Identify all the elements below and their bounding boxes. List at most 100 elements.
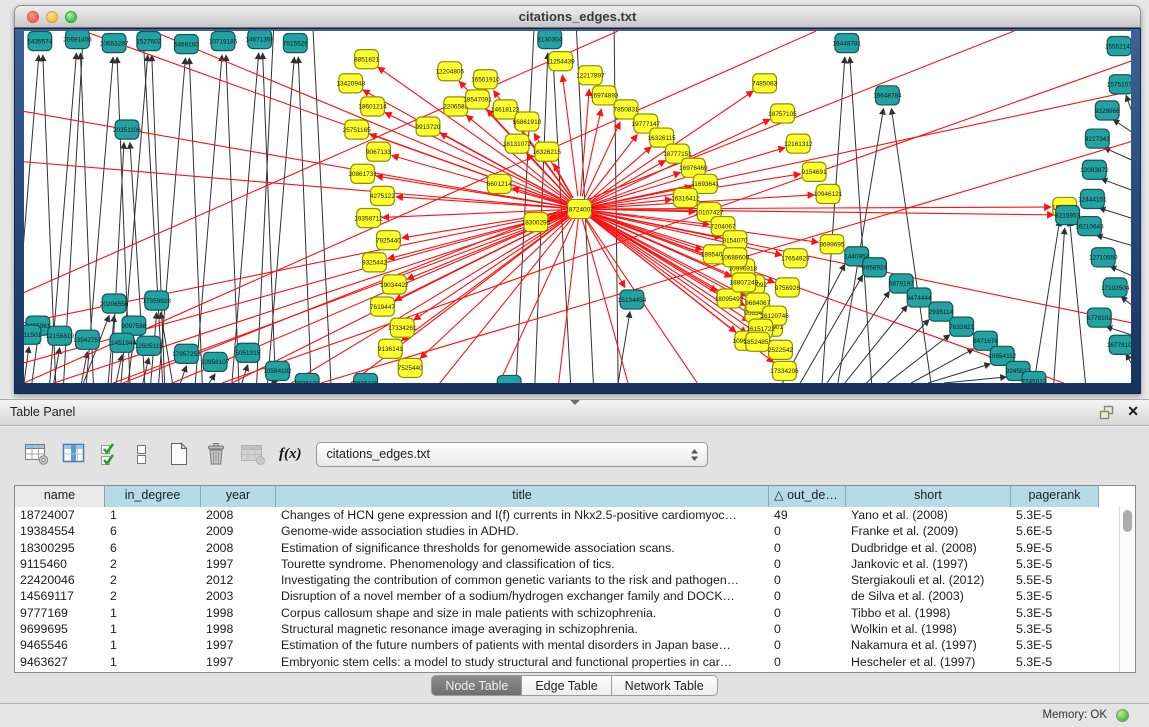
graph-node[interactable]: 25751165 — [343, 120, 371, 139]
row-options-icon[interactable] — [133, 440, 149, 468]
tab-node-table[interactable]: Node Table — [431, 675, 522, 696]
graph-node[interactable]: 16316412 — [671, 188, 700, 207]
graph-node[interactable]: 16778102 — [1107, 335, 1131, 354]
column-header-year[interactable]: year — [201, 486, 276, 507]
column-header-title[interactable]: title — [276, 486, 769, 507]
graph-node[interactable]: 20691406 — [63, 31, 92, 49]
table-select-dropdown[interactable]: citations_edges.txt — [316, 442, 708, 467]
function-builder-icon[interactable]: f(x) — [279, 446, 302, 463]
graph-node[interactable]: 9227343 — [1085, 129, 1110, 148]
table-row[interactable]: 1872400712008Changes of HCN gene express… — [15, 507, 1135, 523]
graph-node[interactable]: 13420948 — [336, 74, 365, 93]
graph-node[interactable]: 12161312 — [784, 134, 813, 153]
table-row[interactable]: 2242004622012Investigating the contribut… — [15, 572, 1135, 588]
graph-node[interactable]: 12444151 — [1078, 189, 1107, 208]
network-canvas[interactable]: 1872400788518211342094818601214257511659… — [24, 31, 1131, 383]
graph-node[interactable]: 4275122 — [370, 186, 395, 205]
new-column-icon[interactable] — [164, 440, 194, 468]
graph-node[interactable]: 9699695 — [819, 235, 844, 254]
graph-node[interactable]: 7619447 — [370, 297, 395, 316]
graph-node[interactable]: 7245013 — [1021, 371, 1046, 383]
close-panel-icon[interactable]: ✕ — [1127, 403, 1139, 420]
graph-node[interactable]: 9245017 — [497, 375, 522, 383]
graph-node[interactable]: 12217897 — [576, 66, 605, 85]
graph-node[interactable]: 10958107 — [201, 352, 230, 371]
graph-node[interactable]: 5051315 — [235, 343, 260, 362]
graph-node[interactable]: 18547091 — [463, 90, 492, 109]
table-row[interactable]: 977716911998Corpus callosum shape and si… — [15, 605, 1135, 621]
graph-node[interactable]: 3911501 — [24, 325, 42, 344]
graph-node[interactable]: 8958924 — [862, 258, 887, 277]
graph-node[interactable]: 13942757 — [73, 330, 102, 349]
graph-node[interactable]: 6435574 — [27, 32, 52, 51]
column-header-name[interactable]: name — [15, 486, 105, 507]
graph-node[interactable]: 2935114 — [929, 302, 954, 321]
column-header-short[interactable]: short — [846, 486, 1011, 507]
table-row[interactable]: 946362711997Embryonic stem cells: a mode… — [15, 654, 1135, 670]
graph-node[interactable]: 10688609 — [721, 248, 750, 267]
graph-node[interactable]: 19358712 — [354, 209, 383, 228]
graph-node[interactable]: 17103504 — [1101, 278, 1130, 297]
graph-node[interactable]: 16210643 — [1075, 217, 1104, 236]
delete-column-trash-icon[interactable] — [201, 440, 231, 468]
window-titlebar[interactable]: citations_edges.txt — [14, 5, 1141, 28]
graph-node[interactable]: 14671358 — [245, 31, 274, 49]
graph-node[interactable]: 9067133 — [366, 142, 391, 161]
graph-node[interactable]: 18807249 — [730, 273, 759, 292]
graph-node[interactable]: 18601214 — [358, 97, 387, 116]
graph-node[interactable]: 9474444 — [907, 288, 932, 307]
column-header-out_de[interactable]: △ out_de… — [769, 486, 846, 507]
float-panel-icon[interactable] — [1099, 405, 1115, 420]
graph-node[interactable]: 9329966 — [1095, 101, 1120, 120]
tab-edge-table[interactable]: Edge Table — [522, 675, 611, 696]
graph-node[interactable]: 16448781 — [833, 34, 862, 53]
table-vertical-scrollbar[interactable] — [1119, 507, 1135, 672]
graph-node[interactable]: 8130304 — [537, 31, 562, 49]
graph-node[interactable]: 1527602 — [136, 32, 161, 51]
table-row[interactable]: 1830029562008Estimation of significance … — [15, 540, 1135, 556]
graph-node[interactable]: 9836128 — [353, 373, 378, 383]
graph-node[interactable]: 10653287 — [100, 34, 129, 53]
graph-node[interactable]: 18724007 — [565, 199, 594, 218]
graph-node[interactable]: 15134454 — [618, 290, 647, 309]
graph-node[interactable]: 20351106 — [113, 120, 141, 139]
column-visibility-icon[interactable] — [59, 440, 89, 468]
graph-node[interactable]: 6466160 — [174, 35, 199, 54]
column-header-pagerank[interactable]: pagerank — [1011, 486, 1099, 507]
graph-node[interactable]: 7485083 — [752, 74, 777, 93]
graph-node[interactable]: 7632621 — [949, 317, 974, 336]
graph-node[interactable]: 10946121 — [814, 184, 843, 203]
graph-node[interactable]: 16861910 — [513, 112, 542, 131]
graph-node[interactable]: 12710559 — [1089, 248, 1118, 267]
scrollbar-thumb[interactable] — [1123, 510, 1132, 532]
graph-node[interactable]: 7515526 — [283, 34, 308, 53]
graph-node[interactable]: 17957253 — [172, 344, 201, 363]
graph-node[interactable]: 12505115 — [135, 336, 163, 355]
graph-node[interactable]: 16648784 — [873, 86, 902, 105]
graph-node[interactable]: 12093872 — [1080, 160, 1109, 179]
graph-node[interactable]: 9136141 — [378, 339, 403, 358]
graph-node[interactable]: 18131072 — [503, 134, 532, 153]
graph-node[interactable]: 30861731 — [348, 164, 377, 183]
graph-node[interactable]: 11451944 — [108, 333, 136, 352]
graph-node[interactable]: 10719185 — [209, 32, 238, 51]
graph-node[interactable]: 6778102 — [1087, 308, 1112, 327]
graph-node[interactable]: 16326215 — [533, 142, 562, 161]
graph-node[interactable]: 8215953 — [1055, 205, 1080, 224]
graph-node[interactable]: 10584102 — [263, 361, 292, 380]
graph-node[interactable]: 17334261 — [388, 318, 417, 337]
graph-node[interactable]: 19034422 — [380, 275, 409, 294]
graph-node[interactable]: 2522542 — [768, 340, 793, 359]
graph-node[interactable]: 17654923 — [781, 249, 810, 268]
table-options-icon[interactable] — [22, 440, 52, 468]
graph-node[interactable]: 9325442 — [362, 253, 387, 272]
table-row[interactable]: 1938455462009Genome-wide association stu… — [15, 523, 1135, 539]
table-row[interactable]: 969969511998Structural magnetic resonanc… — [15, 621, 1135, 637]
graph-node[interactable]: 15552142 — [1105, 37, 1131, 56]
graph-node[interactable]: 12204805 — [435, 62, 464, 81]
graph-node[interactable]: 7925440 — [376, 231, 401, 250]
tab-network-table[interactable]: Network Table — [612, 675, 718, 696]
splitter-handle-icon[interactable] — [570, 400, 580, 405]
column-header-in_degree[interactable]: in_degree — [105, 486, 201, 507]
graph-node[interactable]: 6601214 — [487, 174, 512, 193]
